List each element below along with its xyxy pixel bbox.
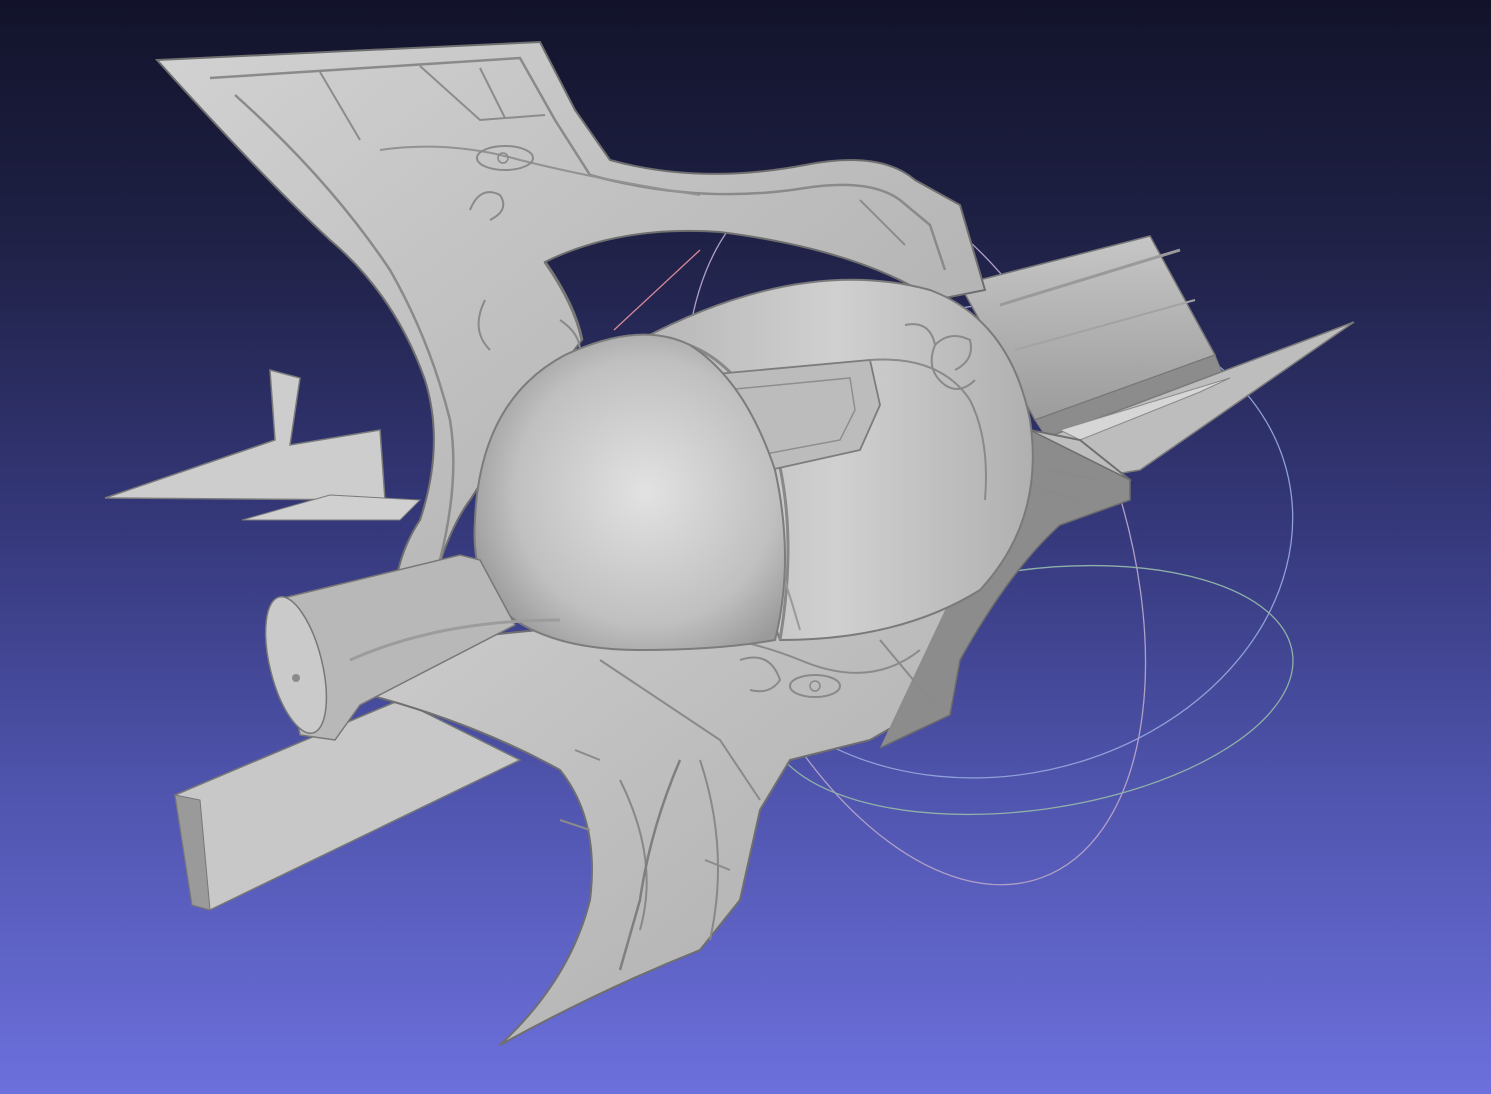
3d-viewport[interactable] (0, 0, 1491, 1094)
bottom-left-blade (174, 699, 522, 911)
model-canvas[interactable] (0, 0, 1491, 1094)
left-spikes (104, 369, 422, 521)
